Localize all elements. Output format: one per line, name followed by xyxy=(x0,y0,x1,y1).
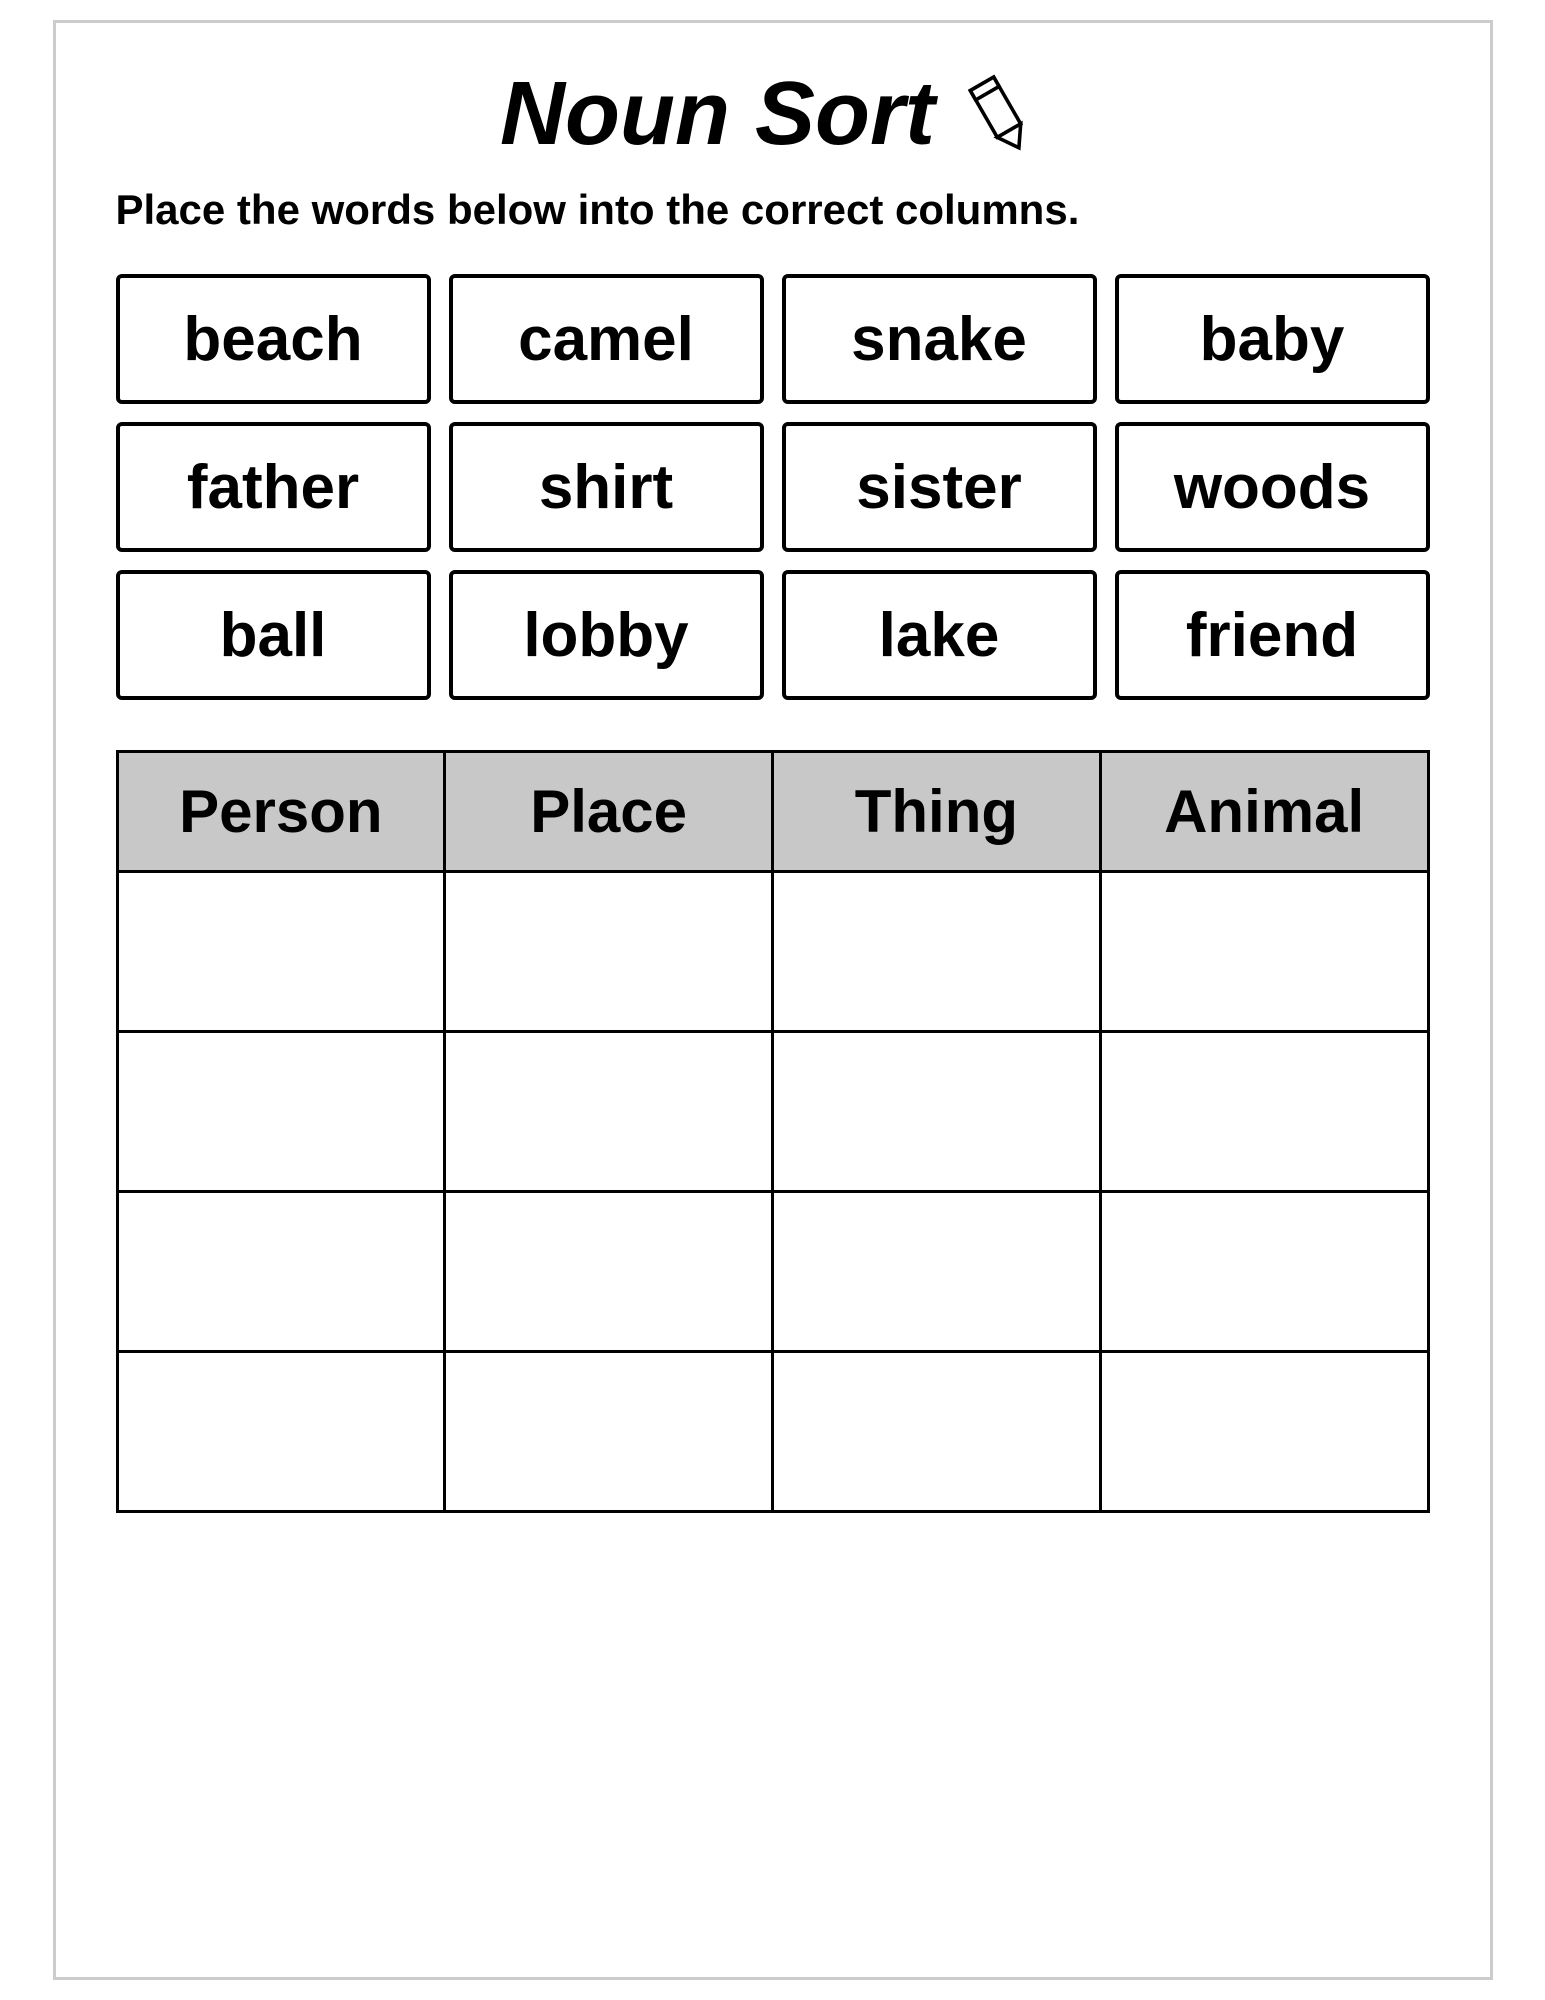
subtitle: Place the words below into the correct c… xyxy=(116,186,1430,234)
table-cell[interactable] xyxy=(773,1192,1101,1352)
table-cell[interactable] xyxy=(773,1032,1101,1192)
table-cell[interactable] xyxy=(445,872,773,1032)
word-card: beach xyxy=(116,274,431,404)
table-cell[interactable] xyxy=(117,1192,445,1352)
page: Noun Sort Place the words below into the… xyxy=(53,20,1493,1980)
table-cell[interactable] xyxy=(445,1192,773,1352)
word-card: baby xyxy=(1115,274,1430,404)
word-card: snake xyxy=(782,274,1097,404)
table-cell[interactable] xyxy=(773,1352,1101,1512)
word-card: friend xyxy=(1115,570,1430,700)
word-card: camel xyxy=(449,274,764,404)
word-card: shirt xyxy=(449,422,764,552)
table-column-header: Animal xyxy=(1100,752,1428,872)
word-card: lobby xyxy=(449,570,764,700)
pencil-icon xyxy=(955,70,1045,160)
table-cell[interactable] xyxy=(1100,1032,1428,1192)
sort-table: PersonPlaceThingAnimal xyxy=(116,750,1430,1513)
table-cell[interactable] xyxy=(773,872,1101,1032)
word-card: father xyxy=(116,422,431,552)
page-title: Noun Sort xyxy=(500,63,935,166)
table-row xyxy=(117,1032,1428,1192)
table-column-header: Thing xyxy=(773,752,1101,872)
table-body xyxy=(117,872,1428,1512)
table-cell[interactable] xyxy=(117,872,445,1032)
table-header-row: PersonPlaceThingAnimal xyxy=(117,752,1428,872)
table-cell[interactable] xyxy=(117,1352,445,1512)
page-header: Noun Sort xyxy=(116,63,1430,166)
table-column-header: Place xyxy=(445,752,773,872)
table-cell[interactable] xyxy=(1100,1352,1428,1512)
word-card: woods xyxy=(1115,422,1430,552)
table-row xyxy=(117,1192,1428,1352)
word-grid: beachcamelsnakebaby fathershirtsisterwood… xyxy=(116,274,1430,700)
table-cell[interactable] xyxy=(1100,1192,1428,1352)
word-card: lake xyxy=(782,570,1097,700)
table-cell[interactable] xyxy=(1100,872,1428,1032)
table-column-header: Person xyxy=(117,752,445,872)
table-row xyxy=(117,872,1428,1032)
word-card: ball xyxy=(116,570,431,700)
table-cell[interactable] xyxy=(117,1032,445,1192)
table-cell[interactable] xyxy=(445,1352,773,1512)
table-row xyxy=(117,1352,1428,1512)
word-card: sister xyxy=(782,422,1097,552)
table-cell[interactable] xyxy=(445,1032,773,1192)
